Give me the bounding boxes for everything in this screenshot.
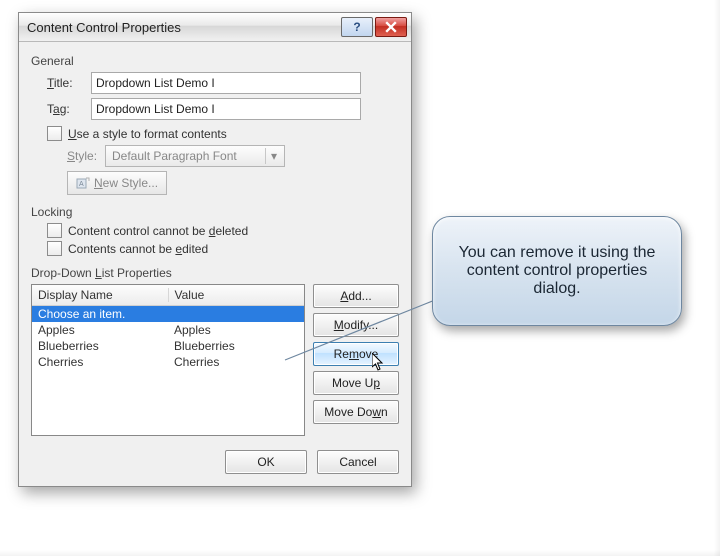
tag-label: Tag: [47,102,91,116]
general-section-label: General [31,54,399,68]
close-icon [385,21,397,33]
dialog-titlebar[interactable]: Content Control Properties ? [19,13,411,42]
callout-bubble: You can remove it using the content cont… [432,216,682,326]
lock-delete-checkbox[interactable] [47,223,62,238]
list-item[interactable]: BlueberriesBlueberries [32,338,304,354]
new-style-label: New Style... [94,176,158,190]
new-style-icon: A [76,176,90,190]
tag-input[interactable] [91,98,361,120]
modify-button[interactable]: Modify... [313,313,399,337]
callout-text: You can remove it using the content cont… [449,244,665,298]
list-item[interactable]: CherriesCherries [32,354,304,370]
help-icon: ? [353,20,360,34]
list-item-value: Apples [168,323,304,337]
list-item-display: Blueberries [32,339,168,353]
list-item-display: Cherries [32,355,168,369]
use-style-checkbox[interactable] [47,126,62,141]
col-display-name: Display Name [32,288,169,302]
move-down-button[interactable]: Move Down [313,400,399,424]
ddl-section-label: Drop-Down List Properties [31,266,399,280]
list-buttons-column: Add... Modify... Remove Move Up Move Dow… [313,284,399,436]
col-value: Value [169,288,305,302]
close-button[interactable] [375,17,407,37]
use-style-label: Use a style to format contents [68,127,227,141]
list-header: Display Name Value [32,285,304,306]
help-button[interactable]: ? [341,17,373,37]
list-item[interactable]: ApplesApples [32,322,304,338]
move-up-button[interactable]: Move Up [313,371,399,395]
remove-button[interactable]: Remove [313,342,399,366]
svg-text:A: A [79,181,84,188]
title-input[interactable] [91,72,361,94]
dialog-body: General Title: Tag: Use a style to forma… [19,42,411,486]
lock-delete-label: Content control cannot be deleted [68,224,248,238]
cancel-button[interactable]: Cancel [317,450,399,474]
style-combo-value: Default Paragraph Font [112,149,237,163]
torn-edge-bottom [0,550,720,556]
locking-section-label: Locking [31,205,399,219]
dropdown-items-listbox[interactable]: Display Name Value Choose an item.Apples… [31,284,305,436]
list-item-value: Blueberries [168,339,304,353]
list-rows: Choose an item.ApplesApplesBlueberriesBl… [32,306,304,435]
torn-edge-right [714,0,720,556]
lock-edit-checkbox[interactable] [47,241,62,256]
style-label: Style: [67,149,105,163]
list-item[interactable]: Choose an item. [32,306,304,322]
style-combo: Default Paragraph Font ▾ [105,145,285,167]
title-label: Title: [47,76,91,90]
list-item-display: Choose an item. [32,307,168,321]
content-control-properties-dialog: Content Control Properties ? General Tit… [18,12,412,487]
list-item-value: Cherries [168,355,304,369]
chevron-down-icon: ▾ [265,148,282,164]
list-item-display: Apples [32,323,168,337]
dialog-title: Content Control Properties [27,20,339,35]
add-button[interactable]: Add... [313,284,399,308]
ok-button[interactable]: OK [225,450,307,474]
new-style-button: A New Style... [67,171,167,195]
lock-edit-label: Contents cannot be edited [68,242,208,256]
